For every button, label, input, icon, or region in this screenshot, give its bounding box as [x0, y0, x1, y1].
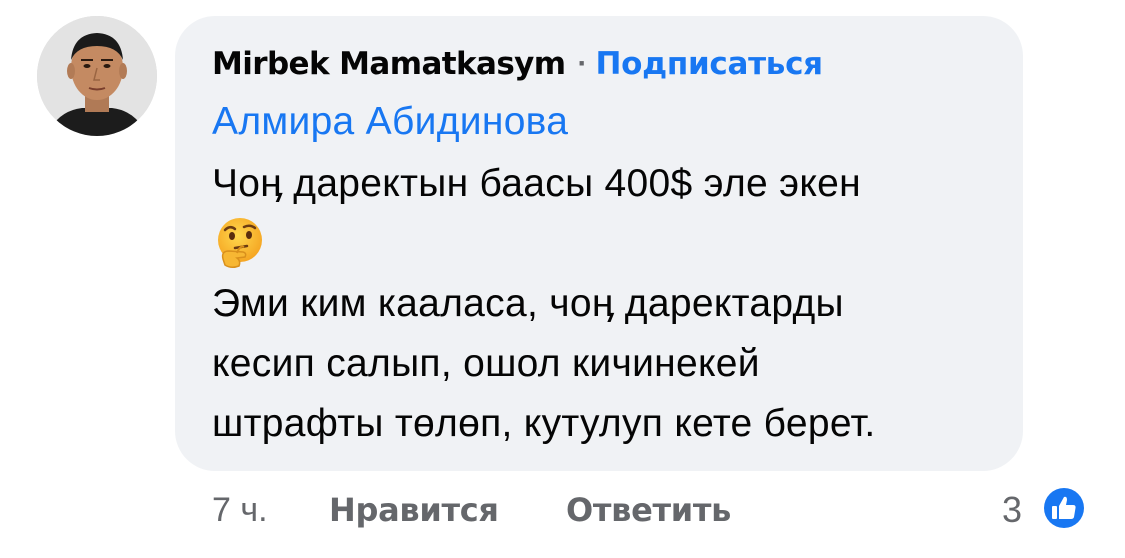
avatar-photo: [37, 16, 157, 136]
mention-link[interactable]: Алмира Абидинова: [212, 100, 568, 144]
separator-dot: ·: [577, 47, 588, 80]
comment-text-line-3: кесип салып, ошол кичинекей: [212, 342, 760, 385]
comment-text-line-1: Чоӊ даректын баасы 400$ эле экен: [212, 162, 861, 205]
author-name[interactable]: Mirbek Mamatkasym: [212, 46, 566, 82]
reply-button[interactable]: Ответить: [566, 488, 731, 532]
avatar[interactable]: [37, 16, 157, 136]
thumbs-up-icon[interactable]: [1040, 484, 1088, 532]
comment-timestamp[interactable]: 7 ч.: [212, 488, 268, 532]
comment-text-line-2: Эми ким кааласа, чоӊ даректарды: [212, 282, 844, 325]
comment-header: Mirbek Mamatkasym · Подписаться: [212, 42, 823, 86]
reaction-count[interactable]: 3: [1002, 488, 1022, 532]
thinking-face-icon: [218, 218, 262, 269]
like-button[interactable]: Нравится: [329, 488, 499, 532]
subscribe-link[interactable]: Подписаться: [596, 46, 824, 82]
comment-text-line-4: штрафты төлөп, кутулуп кете берет.: [212, 402, 876, 445]
